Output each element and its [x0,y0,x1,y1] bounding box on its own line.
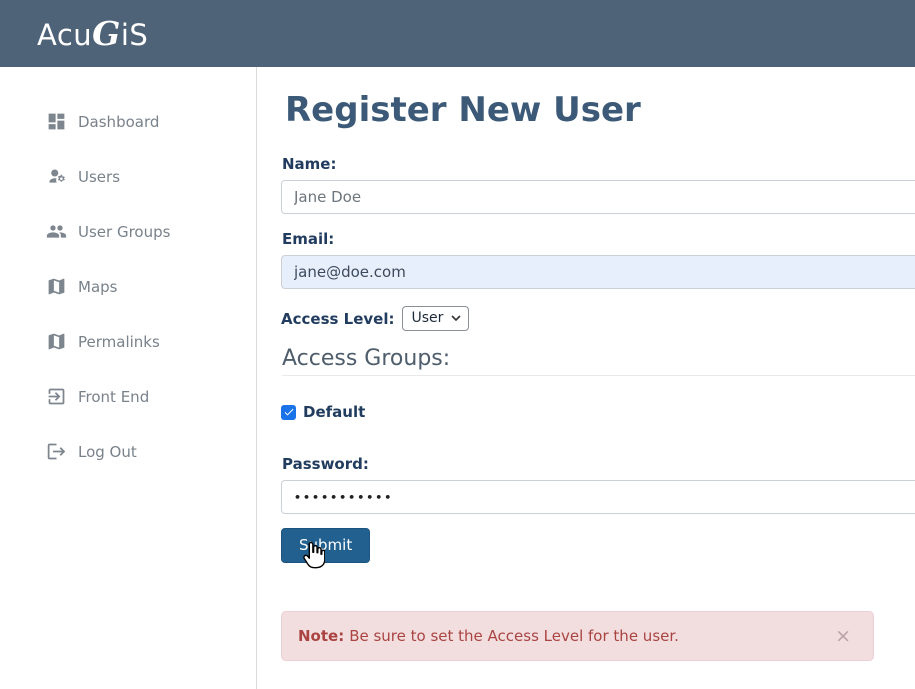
note-alert-label: Note: [298,627,344,645]
sidebar-item-users[interactable]: Users [0,149,256,204]
name-input[interactable] [281,180,915,214]
close-icon[interactable]: × [835,627,851,646]
sidebar-item-label: Front End [78,388,149,406]
page-title: Register New User [285,90,915,131]
register-user-form: Name: Email: Access Level: User Access G… [281,155,915,661]
name-label: Name: [282,155,915,173]
access-level-selected-value: User [411,310,443,326]
dashboard-icon [46,111,67,132]
sidebar-item-label: Maps [78,278,117,296]
access-level-select[interactable]: User [402,306,469,331]
exit-to-app-icon [46,386,67,407]
default-checkbox-label: Default [303,403,365,421]
map-icon [46,276,67,297]
page-layout: Dashboard Users User Groups Maps Permali… [0,67,915,689]
sidebar-item-label: Users [78,168,120,186]
note-alert: Note: Be sure to set the Access Level fo… [281,611,874,661]
access-groups-heading: Access Groups: [282,345,915,376]
map-icon [46,331,67,352]
acugis-logo[interactable]: AcuGiS [37,14,148,53]
password-label: Password: [282,455,915,473]
main-content: Register New User Name: Email: Access Le… [257,67,915,689]
default-group-row: Default [281,403,915,421]
user-settings-icon [46,166,67,187]
submit-button[interactable]: Submit [281,528,370,563]
sidebar-item-maps[interactable]: Maps [0,259,256,314]
sidebar-item-permalinks[interactable]: Permalinks [0,314,256,369]
group-icon [46,221,67,242]
sidebar-item-label: User Groups [78,223,170,241]
logo-text-suffix: iS [121,18,148,52]
note-alert-message: Be sure to set the Access Level for the … [349,627,679,645]
sidebar-nav: Dashboard Users User Groups Maps Permali… [0,67,257,689]
sidebar-item-dashboard[interactable]: Dashboard [0,94,256,149]
access-level-row: Access Level: User [281,306,915,331]
sidebar-item-label: Log Out [78,443,137,461]
default-checkbox[interactable] [281,405,296,420]
logo-text-g: G [92,14,121,53]
sidebar-item-label: Permalinks [78,333,160,351]
sidebar-item-user-groups[interactable]: User Groups [0,204,256,259]
chevron-down-icon [451,315,461,321]
email-label: Email: [282,230,915,248]
access-level-label: Access Level: [281,310,394,328]
email-input[interactable] [281,255,915,289]
checkmark-icon [283,406,295,418]
logo-text-prefix: Acu [37,18,92,52]
logout-icon [46,441,67,462]
app-header: AcuGiS [0,0,915,67]
password-input[interactable] [281,480,915,514]
sidebar-item-log-out[interactable]: Log Out [0,424,256,479]
sidebar-item-front-end[interactable]: Front End [0,369,256,424]
sidebar-item-label: Dashboard [78,113,159,131]
